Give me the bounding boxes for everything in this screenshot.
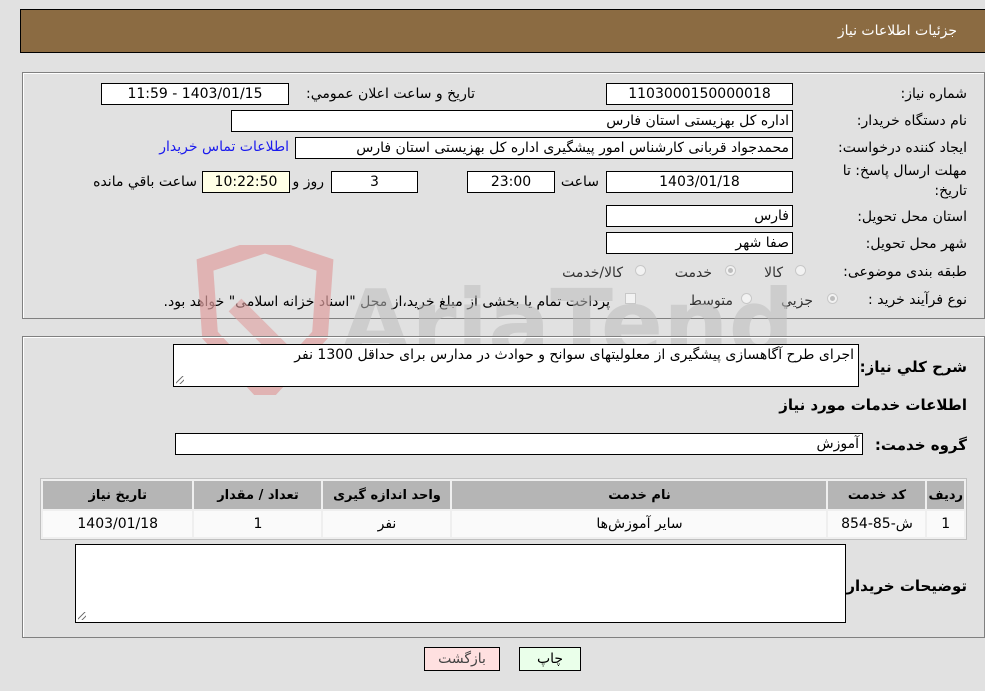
deadline-label-date: تاریخ: — [934, 183, 967, 199]
treasury-payment-note: پرداخت تمام یا بخشی از مبلغ خرید،از محل … — [163, 294, 610, 310]
need-number-field[interactable]: 1103000150000018 — [606, 83, 793, 105]
buyer-notes-label: توضیحات خریدار: — [840, 577, 967, 595]
cell-row-number: 1 — [927, 511, 964, 537]
process-radio-minor[interactable] — [827, 293, 838, 304]
need-number-label: شماره نیاز: — [900, 86, 968, 102]
deadline-label: مهلت ارسال پاسخ: تا — [842, 163, 967, 179]
category-label: طبقه بندی موضوعی: — [843, 264, 967, 280]
time-label: ساعت — [560, 174, 599, 190]
resize-grip-icon[interactable] — [176, 376, 184, 384]
process-option-minor: جزيي — [781, 293, 813, 309]
col-service-code: کد خدمت — [828, 481, 926, 509]
city-field[interactable]: صفا شهر — [606, 232, 793, 254]
days-remaining-field[interactable]: 3 — [331, 171, 418, 193]
description-label: شرح کلي نياز: — [859, 358, 967, 376]
process-label: نوع فرآیند خرید : — [868, 292, 967, 308]
category-radio-service[interactable] — [725, 265, 736, 276]
category-radio-goods-service[interactable] — [635, 265, 646, 276]
col-unit: واحد اندازه گیری — [323, 481, 451, 509]
announce-label: تاریخ و ساعت اعلان عمومي: — [306, 86, 475, 102]
deadline-date-field[interactable]: 1403/01/18 — [606, 171, 793, 193]
buyer-notes-textarea[interactable] — [75, 544, 846, 623]
table-row: 1 ش-85-854 سایر آموزش‌ها نفر 1 1403/01/1… — [43, 511, 964, 537]
col-quantity: تعداد / مقدار — [194, 481, 322, 509]
page-title: جزئیات اطلاعات نیاز — [837, 23, 957, 39]
deadline-time-field[interactable]: 23:00 — [467, 171, 555, 193]
category-option-service: خدمت — [674, 265, 712, 281]
cell-quantity: 1 — [194, 511, 322, 537]
cell-service-name: سایر آموزش‌ها — [452, 511, 827, 537]
service-group-field[interactable]: آموزش — [175, 433, 863, 455]
description-text: اجرای طرح آگاهسازی پیشگیری از معلولیتهای… — [294, 347, 854, 363]
buyer-org-field[interactable]: اداره کل بهزیستی استان فارس — [231, 110, 793, 132]
cell-unit: نفر — [323, 511, 451, 537]
page-header: جزئیات اطلاعات نیاز — [20, 9, 985, 53]
service-group-label: گروه خدمت: — [874, 436, 967, 454]
category-option-goods-service: کالا/خدمت — [562, 265, 623, 281]
back-button[interactable]: بازگشت — [424, 647, 500, 671]
services-table: ردیف کد خدمت نام خدمت واحد اندازه گیری ت… — [40, 478, 967, 540]
remaining-time-field[interactable]: 10:22:50 — [202, 171, 290, 193]
category-option-goods: کالا — [764, 265, 783, 281]
city-label: شهر محل تحویل: — [865, 236, 967, 252]
col-row-number: ردیف — [927, 481, 964, 509]
col-service-name: نام خدمت — [452, 481, 827, 509]
table-header-row: ردیف کد خدمت نام خدمت واحد اندازه گیری ت… — [43, 481, 964, 509]
creator-label: ایجاد کننده درخواست: — [838, 140, 967, 156]
process-option-medium: متوسط — [689, 293, 733, 309]
print-button[interactable]: چاپ — [519, 647, 581, 671]
cell-service-code: ش-85-854 — [828, 511, 926, 537]
creator-field[interactable]: محمدجواد قربانی کارشناس امور پیشگیری ادا… — [295, 137, 793, 159]
remaining-label: ساعت باقي مانده — [93, 174, 197, 190]
buyer-contact-link[interactable]: اطلاعات تماس خریدار — [159, 139, 289, 155]
days-label: روز و — [292, 174, 325, 190]
province-label: استان محل تحویل: — [857, 209, 967, 225]
treasury-payment-checkbox[interactable] — [625, 293, 636, 304]
services-section-title: اطلاعات خدمات مورد نياز — [779, 396, 967, 414]
province-field[interactable]: فارس — [606, 205, 793, 227]
col-need-date: تاریخ نیاز — [43, 481, 193, 509]
cell-need-date: 1403/01/18 — [43, 511, 193, 537]
description-textarea[interactable]: اجرای طرح آگاهسازی پیشگیری از معلولیتهای… — [173, 344, 859, 387]
process-radio-medium[interactable] — [741, 293, 752, 304]
buyer-org-label: نام دستگاه خریدار: — [856, 113, 967, 129]
announce-datetime-field[interactable]: 1403/01/15 - 11:59 — [101, 83, 289, 105]
resize-grip-icon[interactable] — [78, 612, 86, 620]
category-radio-goods[interactable] — [795, 265, 806, 276]
